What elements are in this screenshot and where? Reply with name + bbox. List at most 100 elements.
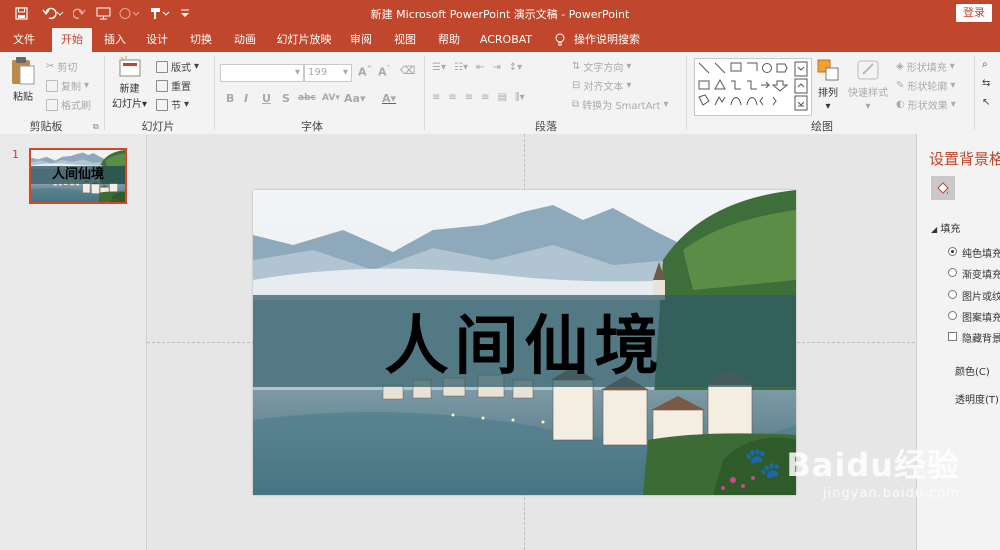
tab-help[interactable]: 帮助 [432,28,466,52]
new-slide-button[interactable]: 新建 幻灯片▾ [112,56,147,110]
align-right-icon[interactable]: ≡ [465,92,473,103]
clear-formatting-icon[interactable]: ⌫ [400,64,416,77]
baidu-watermark: 🐾 Baidu经验 jingyan.baidu.com [744,440,960,502]
pattern-fill-radio[interactable] [948,311,957,320]
paste-button[interactable]: 粘贴 [10,56,36,103]
ribbon-separator [104,56,105,130]
tab-slideshow[interactable]: 幻灯片放映 [272,28,336,52]
layout-label: 版式 [171,63,191,74]
ribbon-separator [424,56,425,130]
shapes-gallery[interactable] [694,58,812,116]
section-button[interactable]: 节 ▾ [156,97,189,112]
gradient-fill-label: 渐变填充 [962,270,1000,281]
tab-animations[interactable]: 动画 [228,28,262,52]
bold-button[interactable]: B [226,92,234,105]
select-icon[interactable]: ↖ [982,97,990,108]
find-icon[interactable]: ⌕ [982,59,988,70]
tab-home[interactable]: 开始 [52,28,92,52]
reset-icon [156,79,168,92]
color-label: 颜色(C) [955,367,990,378]
tell-me-search[interactable]: 操作说明搜索 [572,28,642,52]
window-title: 新建 Microsoft PowerPoint 演示文稿 - PowerPoin… [370,8,630,21]
quick-styles-button[interactable]: 快速样式 ▾ [848,58,888,112]
replace-icon[interactable]: ⇆ [982,78,990,89]
strikethrough-button[interactable]: abc [298,93,316,103]
tab-design[interactable]: 设计 [140,28,174,52]
italic-button[interactable]: I [244,92,248,105]
align-left-icon[interactable]: ≡ [432,92,440,103]
copy-button[interactable]: 复制 ▾ [46,78,89,93]
shape-outline-button[interactable]: ✎ 形状轮廓 ▾ [896,78,955,93]
shapes-gallery-icons [698,61,808,111]
columns-icon[interactable]: ⫼▾ [515,92,525,103]
watermark-url: jingyan.baidu.com [823,486,960,501]
paint-bucket-icon [937,182,949,194]
pattern-fill-label: 图案填充 [962,313,1000,324]
align-center-icon[interactable]: ≡ [448,92,456,103]
slides-group-label: 幻灯片 [141,120,175,133]
shape-effects-button[interactable]: ◐ 形状效果 ▾ [896,97,956,112]
picture-fill-radio[interactable] [948,290,957,299]
convert-smartart-button[interactable]: ⧉ 转换为 SmartArt ▾ [572,97,668,112]
fill-tab[interactable] [931,176,955,200]
gradient-fill-radio[interactable] [948,268,957,277]
hide-background-checkbox[interactable] [948,332,957,341]
dialog-launcher-icon[interactable]: ⧉ [93,122,99,132]
increase-indent-icon[interactable]: ⇥ [492,62,500,73]
tab-view[interactable]: 视图 [388,28,422,52]
login-button[interactable]: 登录 [956,4,992,22]
fill-section-header[interactable]: ◢ 填充 [931,220,960,235]
picture-fill-label: 图片或纹理填充 [962,292,1000,303]
paint-bucket-icon: ◈ [896,61,904,72]
slide-thumbnail[interactable]: 人间仙境 [29,148,127,204]
title-bar: 新建 Microsoft PowerPoint 演示文稿 - PowerPoin… [0,0,1000,28]
text-direction-button[interactable]: ⇅ 文字方向 ▾ [572,59,631,74]
slide-title[interactable]: 人间仙境 [253,295,796,387]
ribbon-separator [974,56,975,130]
layout-icon [156,60,168,73]
decrease-indent-icon[interactable]: ⇤ [476,62,484,73]
arrange-button[interactable]: 排列 ▾ [816,58,840,112]
justify-icon[interactable]: ≡ [481,92,489,103]
font-name-combo[interactable]: ▾ [220,64,304,82]
tab-acrobat[interactable]: ACROBAT [476,28,536,52]
tab-file[interactable]: 文件 [6,28,42,52]
numbering-icon[interactable]: ☷▾ [454,62,468,73]
quick-styles-icon [857,60,879,80]
cut-label: 剪切 [57,63,78,74]
change-case-button[interactable]: Aa▾ [344,92,365,105]
tab-review[interactable]: 审阅 [344,28,378,52]
format-painter-button[interactable]: 格式刷 [46,97,91,112]
cut-button[interactable]: ✂ 剪切 [46,59,77,74]
shape-fill-button[interactable]: ◈ 形状填充 ▾ [896,59,955,74]
format-painter-label: 格式刷 [61,101,91,112]
reset-button[interactable]: 重置 [156,78,191,93]
tab-transitions[interactable]: 切换 [184,28,218,52]
slide[interactable]: 人间仙境 [253,190,796,495]
transparency-label: 透明度(T) [955,395,999,406]
align-text-button[interactable]: ⊟ 对齐文本 ▾ [572,78,631,93]
grow-font-icon[interactable]: A^ [358,65,372,79]
ribbon: 粘贴 ✂ 剪切 复制 ▾ 格式刷 剪贴板 ⧉ 新建 幻灯片▾ 版式 ▾ 重置 节 ▾ 幻… [0,52,1000,135]
layout-button[interactable]: 版式 ▾ [156,59,199,74]
section-icon [156,98,168,111]
bullets-icon[interactable]: ☰▾ [432,62,446,73]
distribute-icon[interactable]: ▤ [498,92,507,103]
underline-button[interactable]: U [262,92,271,105]
line-spacing-icon[interactable]: ↕▾ [509,62,522,73]
char-spacing-button[interactable]: AV▾ [322,93,340,103]
collapse-icon: ◢ [931,225,938,234]
clipboard-icon [12,57,35,85]
align-buttons: ≡ ≡ ≡ ≡ ▤ ⫼▾ [432,92,525,103]
solid-fill-label: 纯色填充 [962,249,1000,260]
new-slide-icon [119,56,141,77]
new-slide-label-1: 新建 [119,84,140,95]
solid-fill-radio[interactable] [948,247,957,256]
shrink-font-icon[interactable]: Aˇ [378,65,390,79]
tab-insert[interactable]: 插入 [98,28,132,52]
shadow-button[interactable]: S [282,92,290,105]
paragraph-group-label: 段落 [535,120,557,133]
font-size-combo[interactable]: 199 ▾ [304,64,352,82]
font-color-button[interactable]: A▾ [382,92,396,105]
reset-label: 重置 [171,82,191,93]
